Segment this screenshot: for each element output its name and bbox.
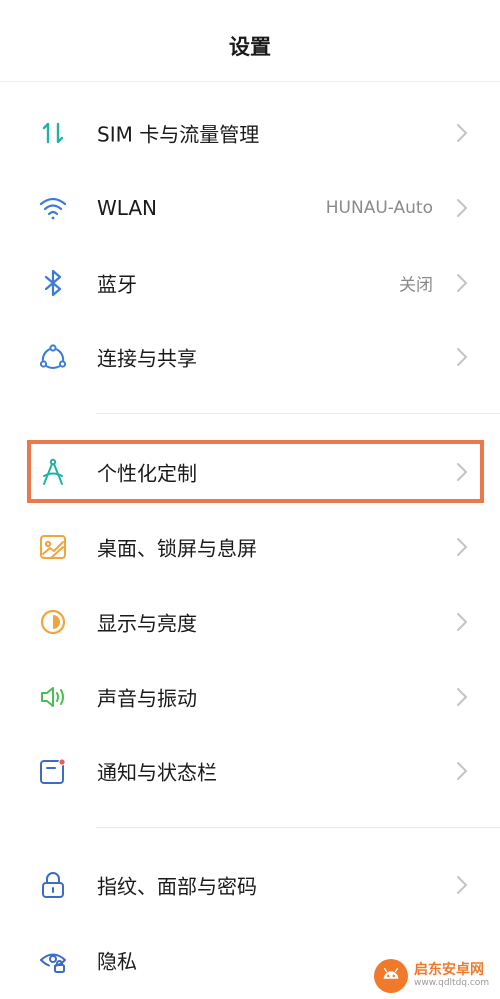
section-divider	[96, 413, 500, 414]
settings-item-label: 个性化定制	[97, 461, 197, 486]
settings-item-label: SIM 卡与流量管理	[97, 122, 260, 147]
settings-item-display-brightness[interactable]: 显示与亮度	[0, 585, 500, 659]
connection-share-icon	[36, 340, 70, 374]
top-bar: 设置	[0, 0, 500, 82]
page-title: 设置	[229, 34, 271, 59]
sim-data-icon	[36, 116, 70, 150]
settings-item-sound-vibration[interactable]: 声音与振动	[0, 660, 500, 734]
settings-item-personalization[interactable]: 个性化定制	[0, 435, 500, 509]
section-divider	[96, 827, 500, 828]
notification-icon	[36, 754, 70, 788]
chevron-right-icon	[454, 611, 470, 633]
settings-item-fingerprint-face-password[interactable]: 指纹、面部与密码	[0, 848, 500, 922]
settings-item-wlan[interactable]: WLAN HUNAU-Auto	[0, 171, 500, 245]
settings-item-label: 声音与振动	[97, 686, 197, 711]
settings-item-label: 通知与状态栏	[97, 760, 217, 785]
bluetooth-status: 关闭	[399, 275, 433, 296]
wlan-network-name: HUNAU-Auto	[325, 198, 433, 218]
settings-item-bluetooth[interactable]: 蓝牙 关闭	[0, 246, 500, 320]
wifi-icon	[36, 191, 70, 225]
chevron-right-icon	[454, 197, 470, 219]
chevron-right-icon	[454, 272, 470, 294]
settings-item-label: 隐私	[97, 949, 137, 974]
lock-icon	[36, 868, 70, 902]
wallpaper-icon	[36, 530, 70, 564]
personalization-icon	[36, 455, 70, 489]
chevron-right-icon	[454, 686, 470, 708]
settings-item-label: 连接与共享	[97, 346, 197, 371]
settings-item-connection-share[interactable]: 连接与共享	[0, 320, 500, 394]
watermark-name: 启东安卓网	[414, 962, 484, 979]
settings-item-label: 桌面、锁屏与息屏	[97, 536, 257, 561]
chevron-right-icon	[454, 536, 470, 558]
watermark-logo: 启东安卓网 www.qdltdq.com	[374, 955, 494, 997]
watermark-url: www.qdltdq.com	[414, 977, 490, 988]
chevron-right-icon	[454, 461, 470, 483]
privacy-icon	[36, 943, 70, 977]
bluetooth-icon	[36, 266, 70, 300]
settings-item-notification-statusbar[interactable]: 通知与状态栏	[0, 734, 500, 808]
brightness-icon	[36, 605, 70, 639]
settings-item-label: WLAN	[97, 196, 158, 220]
chevron-right-icon	[454, 122, 470, 144]
settings-item-sim[interactable]: SIM 卡与流量管理	[0, 96, 500, 170]
settings-item-label: 蓝牙	[97, 272, 137, 297]
chevron-right-icon	[454, 874, 470, 896]
chevron-right-icon	[454, 760, 470, 782]
settings-item-label: 指纹、面部与密码	[97, 874, 257, 899]
settings-item-desktop-lockscreen[interactable]: 桌面、锁屏与息屏	[0, 510, 500, 584]
watermark-text: 启东安卓网 www.qdltdq.com	[414, 962, 490, 988]
settings-item-label: 显示与亮度	[97, 611, 197, 636]
sound-icon	[36, 680, 70, 714]
watermark-icon	[374, 959, 408, 993]
chevron-right-icon	[454, 346, 470, 368]
